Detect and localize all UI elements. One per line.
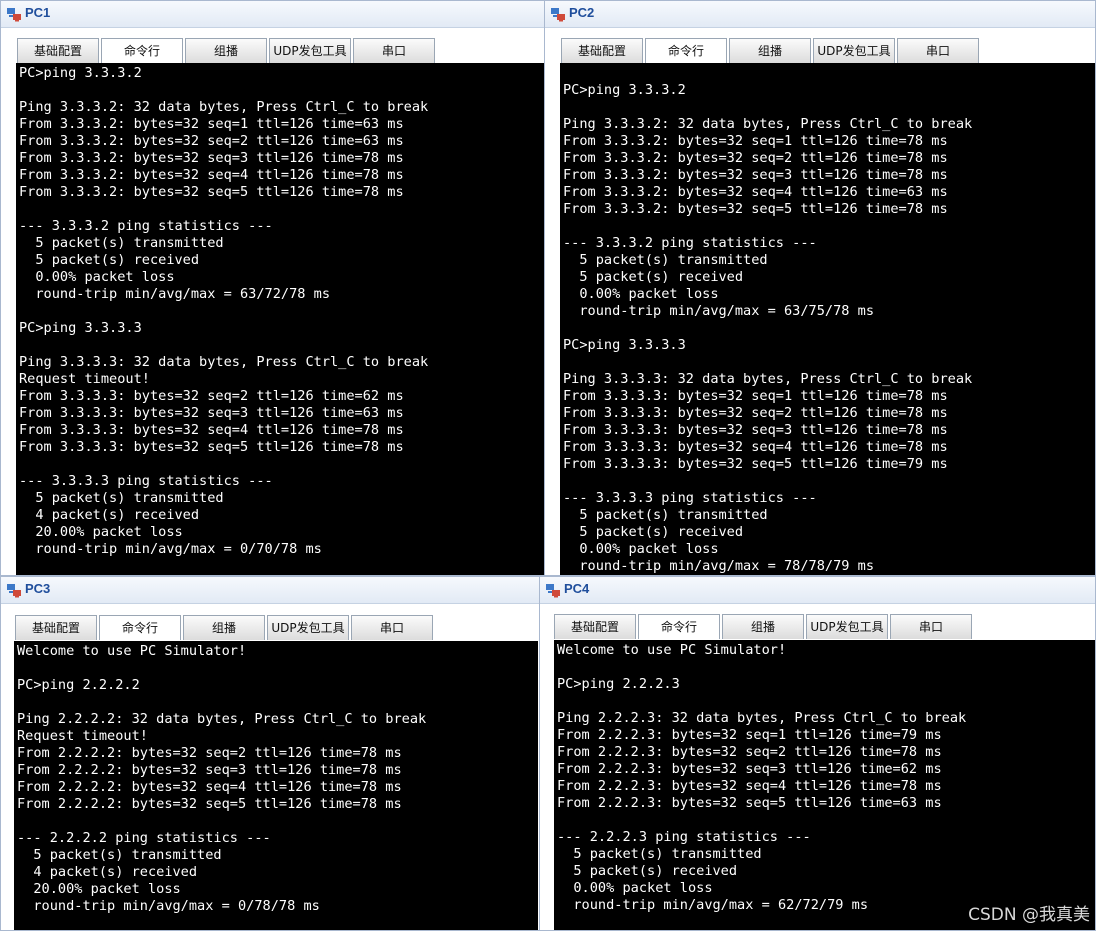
pc-simulator-icon bbox=[7, 584, 21, 598]
window-title: PC2 bbox=[569, 5, 595, 20]
tab-bar: 基础配置 命令行 组播 UDP发包工具 串口 bbox=[561, 38, 981, 63]
command-terminal[interactable]: PC>ping 3.3.3.2 Ping 3.3.3.2: 32 data by… bbox=[16, 63, 544, 575]
pc3-titlebar[interactable]: PC3 bbox=[1, 577, 539, 604]
tab-basic-config[interactable]: 基础配置 bbox=[17, 38, 99, 63]
pc-simulator-icon bbox=[7, 8, 21, 22]
tab-command-line[interactable]: 命令行 bbox=[99, 615, 181, 640]
pc4-titlebar[interactable]: PC4 bbox=[540, 577, 1095, 604]
command-terminal[interactable]: PC>ping 3.3.3.2 Ping 3.3.3.2: 32 data by… bbox=[560, 63, 1095, 575]
tab-multicast[interactable]: 组播 bbox=[729, 38, 811, 63]
window-title: PC4 bbox=[564, 581, 590, 596]
pc1-titlebar[interactable]: PC1 bbox=[1, 1, 544, 28]
tab-udp-tool[interactable]: UDP发包工具 bbox=[806, 614, 888, 639]
tab-multicast[interactable]: 组播 bbox=[185, 38, 267, 63]
tab-serial[interactable]: 串口 bbox=[890, 614, 972, 639]
tab-command-line[interactable]: 命令行 bbox=[645, 38, 727, 63]
tab-multicast[interactable]: 组播 bbox=[183, 615, 265, 640]
tab-basic-config[interactable]: 基础配置 bbox=[561, 38, 643, 63]
tab-udp-tool[interactable]: UDP发包工具 bbox=[269, 38, 351, 63]
tab-multicast[interactable]: 组播 bbox=[722, 614, 804, 639]
command-terminal[interactable]: Welcome to use PC Simulator! PC>ping 2.2… bbox=[554, 640, 1095, 930]
tab-basic-config[interactable]: 基础配置 bbox=[15, 615, 97, 640]
pc2-titlebar[interactable]: PC2 bbox=[545, 1, 1095, 28]
window-title: PC3 bbox=[25, 581, 51, 596]
pc1-window: PC1 基础配置 命令行 组播 UDP发包工具 串口 PC>ping 3.3.3.2 P… bbox=[0, 0, 545, 576]
pc-simulator-icon bbox=[546, 584, 560, 598]
pc2-window: PC2 基础配置 命令行 组播 UDP发包工具 串口 PC>ping 3.3.3.2 P… bbox=[544, 0, 1096, 576]
window-title: PC1 bbox=[25, 5, 51, 20]
pc3-window: PC3 基础配置 命令行 组播 UDP发包工具 串口 Welcome to use PC… bbox=[0, 576, 540, 931]
tab-serial[interactable]: 串口 bbox=[351, 615, 433, 640]
tab-bar: 基础配置 命令行 组播 UDP发包工具 串口 bbox=[15, 615, 435, 640]
tab-serial[interactable]: 串口 bbox=[897, 38, 979, 63]
tab-command-line[interactable]: 命令行 bbox=[101, 38, 183, 63]
pc4-window: PC4 基础配置 命令行 组播 UDP发包工具 串口 Welcome to use PC… bbox=[539, 576, 1096, 931]
tab-bar: 基础配置 命令行 组播 UDP发包工具 串口 bbox=[17, 38, 437, 63]
tab-udp-tool[interactable]: UDP发包工具 bbox=[267, 615, 349, 640]
command-terminal[interactable]: Welcome to use PC Simulator! PC>ping 2.2… bbox=[14, 641, 538, 930]
tab-udp-tool[interactable]: UDP发包工具 bbox=[813, 38, 895, 63]
csdn-watermark: CSDN @我真美 bbox=[968, 905, 1090, 925]
tab-bar: 基础配置 命令行 组播 UDP发包工具 串口 bbox=[554, 614, 974, 639]
pc-simulator-icon bbox=[551, 8, 565, 22]
tab-command-line[interactable]: 命令行 bbox=[638, 614, 720, 639]
tab-basic-config[interactable]: 基础配置 bbox=[554, 614, 636, 639]
tab-serial[interactable]: 串口 bbox=[353, 38, 435, 63]
